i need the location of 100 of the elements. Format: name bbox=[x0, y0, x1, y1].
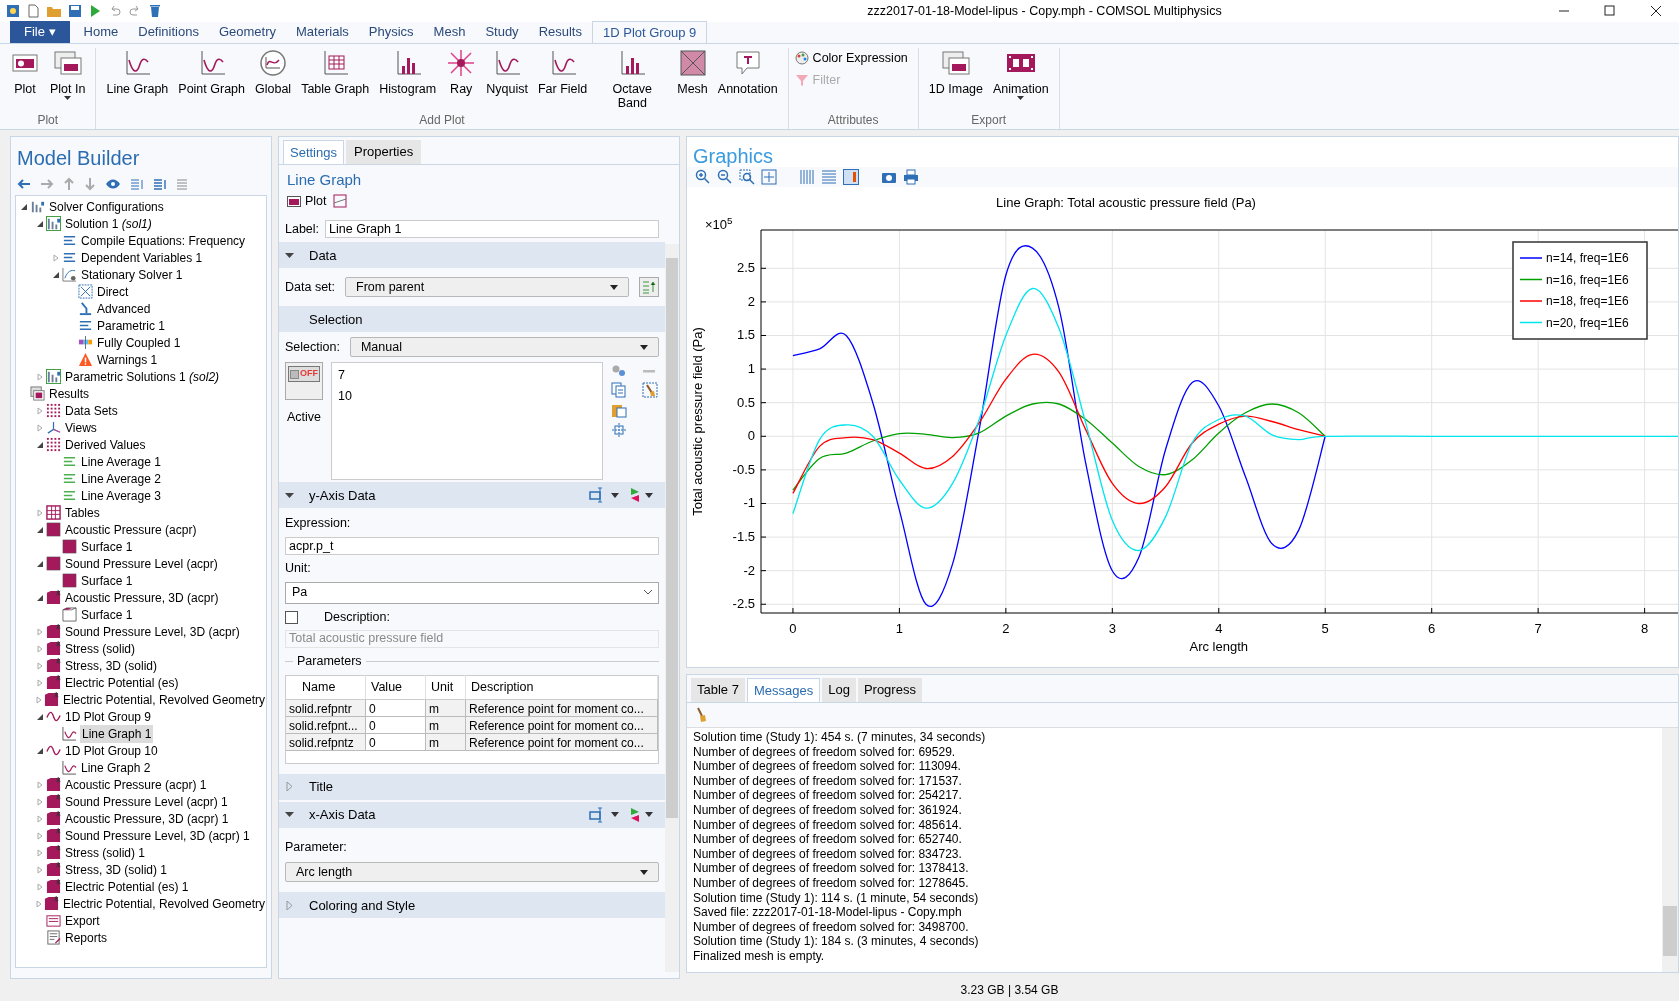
ribbon-group-label: Plot bbox=[37, 112, 59, 129]
ribbon-button[interactable]: Plot In bbox=[46, 48, 90, 100]
tree-item[interactable]: Reports bbox=[64, 928, 109, 947]
tree-item[interactable]: Sound Pressure Level (acpr) bbox=[64, 554, 219, 573]
tree-item[interactable]: Results bbox=[48, 384, 90, 403]
tree-item[interactable]: Acoustic Pressure, 3D (acpr) 1 bbox=[64, 809, 230, 828]
ribbon-button[interactable]: Animation bbox=[989, 48, 1053, 100]
ribbon-button[interactable]: Plot bbox=[6, 48, 44, 96]
tree-item[interactable]: Stationary Solver 1 bbox=[80, 265, 184, 284]
tree-item[interactable]: Stress, 3D (solid) 1 bbox=[64, 860, 169, 879]
selection-list[interactable]: 7 10 bbox=[331, 362, 603, 481]
column-header[interactable]: Name bbox=[286, 674, 366, 699]
small-ribbon-button[interactable]: Color Expression bbox=[794, 48, 908, 68]
tree-item[interactable]: Acoustic Pressure (acpr) bbox=[64, 520, 198, 539]
ribbon-button[interactable]: Mesh bbox=[673, 48, 712, 96]
ribbon-button[interactable]: Ray bbox=[442, 48, 481, 96]
ribbon-tab[interactable]: Results bbox=[528, 21, 592, 43]
tree-item[interactable]: 1D Plot Group 10 bbox=[64, 741, 159, 760]
section-header[interactable]: Data bbox=[279, 242, 665, 269]
column-header[interactable]: Value bbox=[366, 674, 426, 699]
tree-item[interactable]: Solution 1 (sol1) bbox=[64, 214, 153, 233]
panel-tab[interactable]: Settings bbox=[283, 140, 344, 164]
ribbon-tab[interactable]: Materials bbox=[286, 21, 359, 43]
section-header[interactable]: Title bbox=[279, 773, 665, 800]
tree-item[interactable]: Acoustic Pressure, 3D (acpr) bbox=[64, 588, 220, 607]
tree-item[interactable]: Line Average 2 bbox=[80, 469, 162, 488]
tree-item[interactable]: Surface 1 bbox=[80, 537, 134, 556]
tree-item[interactable]: Export bbox=[64, 911, 101, 930]
section-header[interactable]: Coloring and Style bbox=[279, 892, 665, 919]
ribbon-tab[interactable]: Geometry bbox=[208, 21, 287, 43]
unit-dropdown[interactable]: Pa bbox=[285, 581, 659, 604]
label-field[interactable]: Line Graph 1 bbox=[325, 220, 659, 239]
tree-item[interactable]: Direct bbox=[96, 282, 130, 301]
ribbon-button[interactable]: Table Graph bbox=[297, 48, 374, 96]
column-header[interactable]: Unit bbox=[426, 674, 466, 699]
section-header[interactable]: x-Axis Data bbox=[279, 801, 665, 828]
list-entry[interactable]: 10 bbox=[338, 387, 596, 406]
tree-item[interactable]: Parametric Solutions 1 (sol2) bbox=[64, 367, 221, 386]
ribbon-group-label: Attributes bbox=[827, 112, 879, 129]
legend-label: n=18, freq=1E6 bbox=[1546, 294, 1630, 308]
column-header[interactable]: Description bbox=[466, 674, 658, 699]
log-line: Saved file: zzz2017-01-18-Model-lipus - Copy.mph bbox=[693, 905, 963, 920]
ribbon-tab[interactable]: 1D Plot Group 9 bbox=[592, 21, 708, 43]
tree-item[interactable]: Surface 1 bbox=[80, 571, 134, 590]
plot-button[interactable]: Plot bbox=[287, 191, 327, 211]
ribbon-button[interactable]: Line Graph bbox=[102, 48, 173, 96]
section-header[interactable]: Selection bbox=[279, 306, 665, 333]
panel-tab[interactable]: Properties bbox=[346, 140, 422, 164]
tree-item[interactable]: Warnings 1 bbox=[96, 350, 159, 369]
tree-item[interactable]: Sound Pressure Level (acpr) 1 bbox=[64, 792, 229, 811]
tree-item[interactable]: Stress, 3D (solid) bbox=[64, 656, 159, 675]
ribbon-button[interactable]: Global bbox=[251, 48, 296, 96]
ribbon-button[interactable]: Nyquist bbox=[482, 48, 532, 96]
tree-item[interactable]: Line Average 1 bbox=[80, 452, 162, 471]
tree-item[interactable]: Line Graph 1 bbox=[80, 724, 154, 743]
expression-field[interactable]: acpr.p_t bbox=[285, 537, 659, 555]
tree-item[interactable]: Solver Configurations bbox=[48, 197, 165, 216]
dataset-dropdown[interactable]: From parent bbox=[345, 277, 629, 298]
selection-dropdown[interactable]: Manual bbox=[349, 337, 659, 358]
file-menu[interactable]: File ▾ bbox=[10, 21, 70, 43]
ribbon-tab[interactable]: Study bbox=[475, 21, 529, 43]
tree-item[interactable]: Electric Potential (es) bbox=[64, 673, 180, 692]
ribbon-tab[interactable]: Home bbox=[73, 21, 129, 43]
ribbon-button[interactable]: Octave Band bbox=[593, 48, 672, 110]
ribbon-button[interactable]: Annotation bbox=[713, 48, 782, 96]
panel-tab[interactable]: Log bbox=[822, 678, 856, 702]
tree-item[interactable]: Views bbox=[64, 418, 98, 437]
tree-item[interactable]: Line Average 3 bbox=[80, 486, 162, 505]
ribbon-tab[interactable]: Definitions bbox=[128, 21, 209, 43]
parameter-dropdown[interactable]: Arc length bbox=[285, 862, 659, 883]
tree-item[interactable]: Advanced bbox=[96, 299, 152, 318]
ribbon-button[interactable]: Point Graph bbox=[174, 48, 249, 96]
tree-item[interactable]: Fully Coupled 1 bbox=[96, 333, 182, 352]
ribbon-button[interactable]: Far Field bbox=[533, 48, 592, 96]
panel-tab[interactable]: Progress bbox=[857, 678, 922, 702]
list-entry[interactable]: 7 bbox=[338, 366, 596, 385]
tree-item[interactable]: Compile Equations: Frequency bbox=[80, 231, 247, 250]
tree-item[interactable]: Electric Potential (es) 1 bbox=[64, 877, 190, 896]
section-header[interactable]: y-Axis Data bbox=[279, 482, 665, 509]
tree-item[interactable]: Line Graph 2 bbox=[80, 758, 152, 777]
tree-item[interactable]: Dependent Variables 1 bbox=[80, 248, 204, 267]
ribbon-button[interactable]: Histogram bbox=[375, 48, 441, 96]
tree-item[interactable]: Stress (solid) bbox=[64, 639, 136, 658]
tree-item[interactable]: Data Sets bbox=[64, 401, 119, 420]
ribbon-button[interactable]: 1D Image bbox=[924, 48, 987, 96]
tree-item[interactable]: Sound Pressure Level, 3D (acpr) bbox=[64, 622, 241, 641]
panel-tab[interactable]: Table 7 bbox=[691, 678, 745, 702]
tree-item[interactable]: Sound Pressure Level, 3D (acpr) 1 bbox=[64, 826, 251, 845]
ribbon-tab[interactable]: Physics bbox=[358, 21, 424, 43]
tree-item[interactable]: Tables bbox=[64, 503, 101, 522]
ribbon-tab[interactable]: Mesh bbox=[423, 21, 476, 43]
tree-item[interactable]: Electric Potential, Revolved Geometry bbox=[61, 690, 266, 709]
tree-item[interactable]: Derived Values bbox=[64, 435, 147, 454]
tree-item[interactable]: Electric Potential, Revolved Geometry bbox=[61, 894, 266, 913]
tree-item[interactable]: Stress (solid) 1 bbox=[64, 843, 147, 862]
tree-item[interactable]: Parametric 1 bbox=[96, 316, 167, 335]
tree-item[interactable]: 1D Plot Group 9 bbox=[64, 707, 153, 726]
tree-item[interactable]: Acoustic Pressure (acpr) 1 bbox=[64, 775, 208, 794]
panel-tab[interactable]: Messages bbox=[746, 678, 821, 702]
tree-item[interactable]: Surface 1 bbox=[80, 605, 134, 624]
